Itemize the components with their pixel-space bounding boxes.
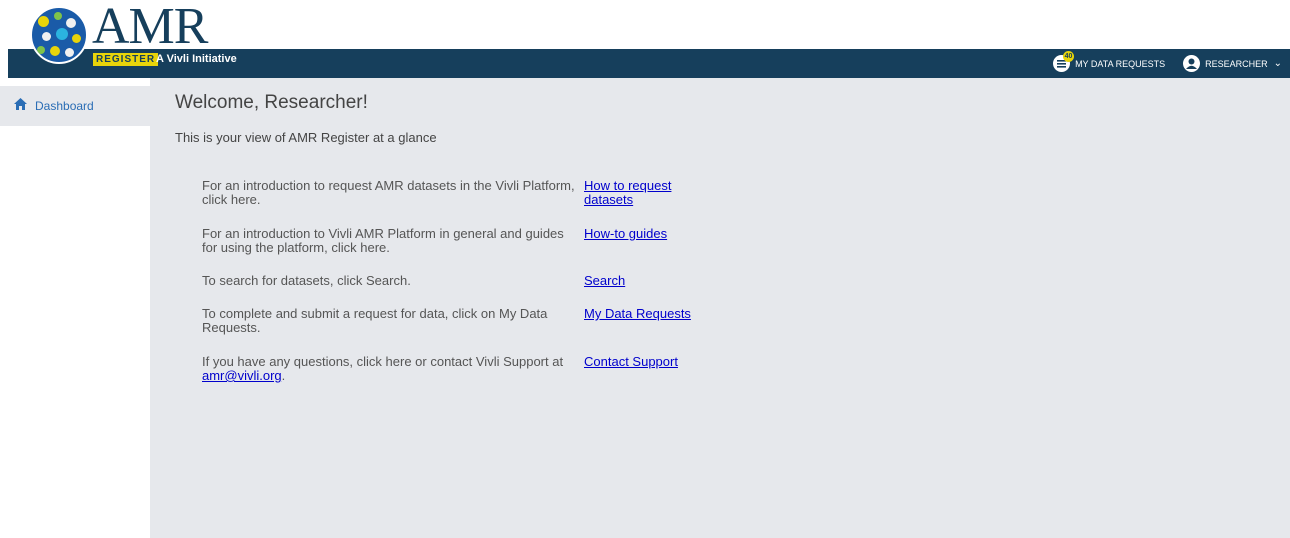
my-data-requests-label: MY DATA REQUESTS [1075, 58, 1166, 69]
contact-support-link[interactable]: Contact Support [584, 355, 714, 369]
support-text: If you have any questions, click here or… [202, 354, 564, 369]
sidebar-item-label: Dashboard [35, 99, 94, 113]
main-content: Welcome, Researcher! This is your view o… [150, 78, 1290, 538]
requests-list-icon: 40 [1053, 51, 1075, 72]
user-avatar-icon [1183, 55, 1201, 72]
how-to-guides-link[interactable]: How-to guides [584, 227, 714, 241]
how-to-request-datasets-link[interactable]: How to request datasets [584, 179, 714, 207]
amr-logo[interactable]: AMR [30, 0, 250, 74]
info-row-text: If you have any questions, click here or… [202, 355, 577, 383]
info-row-text: To complete and submit a request for dat… [202, 306, 548, 335]
header-actions: 40 MY DATA REQUESTS RESEARCHER ⌄ [1053, 49, 1282, 78]
logo-text: AMR [92, 0, 208, 55]
user-name-label: RESEARCHER [1205, 58, 1268, 69]
requests-count-badge: 40 [1063, 51, 1075, 62]
page-title: Welcome, Researcher! [175, 92, 368, 113]
sidebar: Dashboard [0, 78, 150, 538]
my-data-requests-link[interactable]: My Data Requests [584, 307, 714, 321]
info-row-text: For an introduction to Vivli AMR Platfor… [202, 226, 564, 255]
my-data-requests-button[interactable]: 40 MY DATA REQUESTS [1053, 51, 1166, 72]
logo-globe-icon [30, 6, 88, 64]
page-subtitle: This is your view of AMR Register at a g… [175, 130, 437, 145]
support-text-end: . [281, 368, 286, 383]
sidebar-item-dashboard[interactable]: Dashboard [0, 86, 150, 126]
search-link[interactable]: Search [584, 274, 714, 288]
info-row-text: To search for datasets, click Search. [202, 273, 411, 288]
user-menu-button[interactable]: RESEARCHER ⌄ [1183, 55, 1282, 72]
chevron-down-icon: ⌄ [1273, 58, 1282, 69]
home-icon [14, 97, 27, 115]
support-email-link[interactable]: amr@vivli.org [202, 368, 282, 383]
info-row-text: For an introduction to request AMR datas… [202, 178, 575, 207]
